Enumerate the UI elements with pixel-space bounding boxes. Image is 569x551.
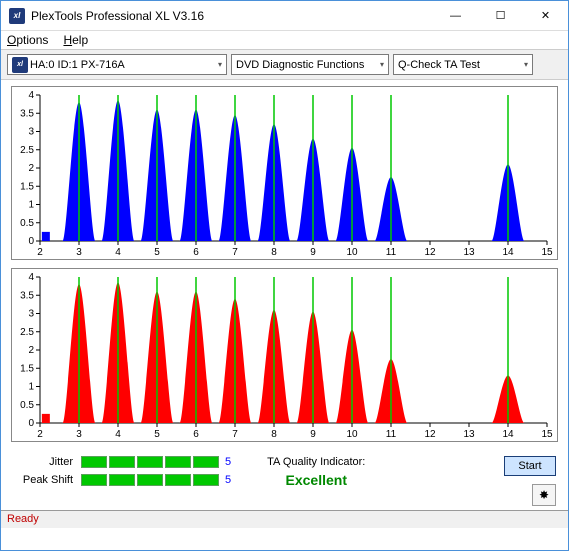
meter-jitter: Jitter 5 (13, 456, 231, 468)
status-text: Ready (7, 513, 39, 525)
maximize-button[interactable]: ☐ (478, 1, 523, 30)
svg-text:2: 2 (28, 345, 34, 356)
test-select[interactable]: Q-Check TA Test ▾ (393, 54, 533, 75)
menu-help[interactable]: Help (63, 33, 88, 47)
meter-bar (81, 474, 107, 486)
function-select[interactable]: DVD Diagnostic Functions ▾ (231, 54, 389, 75)
svg-text:4: 4 (115, 429, 121, 440)
app-icon-small: xl (12, 57, 28, 73)
menubar: Options Help (1, 31, 568, 50)
meter-bar (109, 456, 135, 468)
svg-text:10: 10 (346, 429, 358, 440)
drive-select[interactable]: xl HA:0 ID:1 PX-716A ▾ (7, 54, 227, 75)
window-title: PlexTools Professional XL V3.16 (31, 9, 433, 23)
meter-bar (165, 474, 191, 486)
chevron-down-icon: ▾ (374, 60, 384, 69)
app-icon: xl (9, 8, 25, 24)
minimize-button[interactable]: ― (433, 1, 478, 30)
svg-text:14: 14 (502, 247, 514, 258)
chevron-down-icon: ▾ (212, 60, 222, 69)
svg-text:2.5: 2.5 (20, 145, 34, 156)
svg-text:4: 4 (28, 272, 34, 283)
svg-text:15: 15 (541, 429, 553, 440)
svg-text:3.5: 3.5 (20, 108, 34, 119)
jitter-label: Jitter (13, 456, 81, 468)
quality-label: TA Quality Indicator: (267, 456, 365, 468)
svg-text:14: 14 (502, 429, 514, 440)
svg-text:3: 3 (76, 247, 82, 258)
svg-text:1.5: 1.5 (20, 363, 34, 374)
svg-text:13: 13 (463, 429, 475, 440)
svg-text:2: 2 (37, 429, 43, 440)
svg-text:0.5: 0.5 (20, 218, 34, 229)
svg-text:9: 9 (310, 429, 316, 440)
peak-shift-bars (81, 474, 219, 486)
svg-text:2: 2 (28, 163, 34, 174)
meter-bar (109, 474, 135, 486)
toolbar: xl HA:0 ID:1 PX-716A ▾ DVD Diagnostic Fu… (1, 50, 568, 80)
svg-text:0: 0 (28, 236, 34, 247)
options-icon-button[interactable]: ✸ (532, 484, 556, 506)
jitter-bars (81, 456, 219, 468)
statusbar: Ready (1, 510, 568, 528)
quality-value: Excellent (267, 472, 365, 488)
svg-text:4: 4 (28, 90, 34, 101)
test-select-value: Q-Check TA Test (398, 59, 480, 71)
function-select-value: DVD Diagnostic Functions (236, 59, 364, 71)
svg-text:12: 12 (424, 247, 436, 258)
svg-text:5: 5 (154, 429, 160, 440)
svg-text:6: 6 (193, 429, 199, 440)
svg-text:2: 2 (37, 247, 43, 258)
jitter-value: 5 (225, 456, 231, 468)
meter-bar (137, 456, 163, 468)
close-button[interactable]: ✕ (523, 1, 568, 30)
svg-text:8: 8 (271, 429, 277, 440)
svg-text:6: 6 (193, 247, 199, 258)
svg-text:1.5: 1.5 (20, 181, 34, 192)
meter-bar (137, 474, 163, 486)
start-button[interactable]: Start (504, 456, 556, 476)
chart-area: 00.511.522.533.5423456789101112131415 00… (1, 80, 568, 442)
svg-text:3: 3 (28, 309, 34, 320)
chevron-down-icon: ▾ (518, 60, 528, 69)
svg-text:8: 8 (271, 247, 277, 258)
svg-text:0.5: 0.5 (20, 400, 34, 411)
meter-bar (81, 456, 107, 468)
svg-text:11: 11 (386, 247, 397, 258)
svg-text:7: 7 (232, 247, 238, 258)
peak-shift-value: 5 (225, 474, 231, 486)
peak-shift-label: Peak Shift (13, 474, 81, 486)
gear-icon: ✸ (539, 488, 549, 502)
quality-indicator: TA Quality Indicator: Excellent (267, 456, 365, 488)
svg-text:12: 12 (424, 429, 436, 440)
svg-text:13: 13 (463, 247, 475, 258)
svg-text:11: 11 (386, 429, 397, 440)
svg-text:15: 15 (541, 247, 553, 258)
svg-text:0: 0 (28, 418, 34, 429)
meter-peak-shift: Peak Shift 5 (13, 474, 231, 486)
svg-text:3: 3 (28, 127, 34, 138)
svg-text:9: 9 (310, 247, 316, 258)
titlebar: xl PlexTools Professional XL V3.16 ― ☐ ✕ (1, 1, 568, 31)
meters: Jitter 5 Peak Shift 5 (13, 456, 231, 486)
svg-text:3.5: 3.5 (20, 290, 34, 301)
meter-bar (165, 456, 191, 468)
bottom-panel: Jitter 5 Peak Shift 5 TA Quality Indicat… (1, 450, 568, 510)
svg-text:1: 1 (28, 382, 34, 393)
chart-top: 0 0.5 1 1.5 2 2.5 3 3.5 4 2 3 4 5 6 7 8 9 10 11 12 13 14 15 (11, 86, 558, 260)
svg-text:3: 3 (76, 429, 82, 440)
chart-bottom: 0 0.5 1 1.5 2 2.5 3 3.5 4 2 3 4 5 6 7 8 9 10 11 12 13 14 15 (11, 268, 558, 442)
svg-text:4: 4 (115, 247, 121, 258)
menu-options[interactable]: Options (7, 33, 48, 47)
svg-text:2.5: 2.5 (20, 327, 34, 338)
meter-bar (193, 456, 219, 468)
svg-text:7: 7 (232, 429, 238, 440)
meter-bar (193, 474, 219, 486)
drive-select-value: HA:0 ID:1 PX-716A (30, 59, 125, 71)
svg-text:10: 10 (346, 247, 358, 258)
svg-text:5: 5 (154, 247, 160, 258)
svg-text:1: 1 (28, 200, 34, 211)
